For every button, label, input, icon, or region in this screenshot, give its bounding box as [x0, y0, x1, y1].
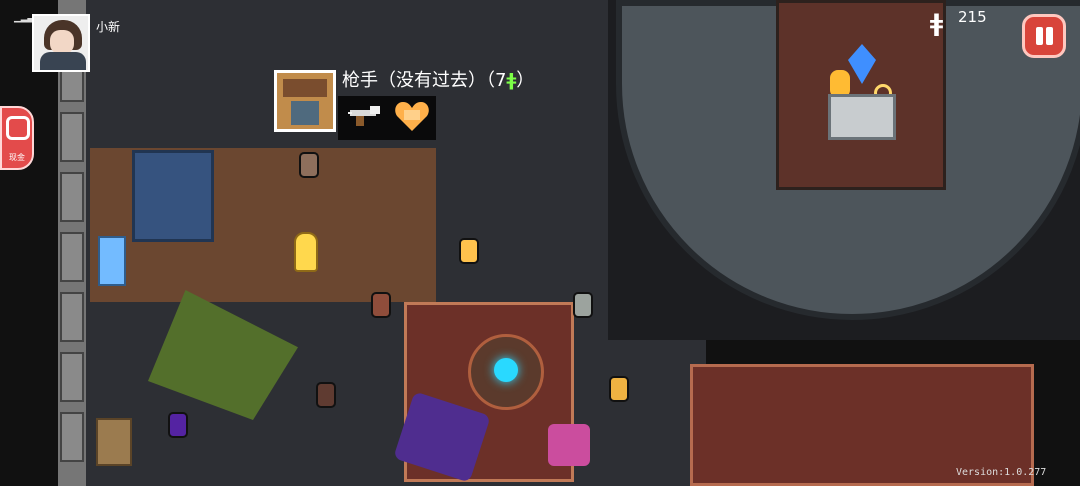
fridge [98, 236, 126, 286]
tooltip-title-text: 枪手（没有过去） [342, 70, 486, 91]
portrait-body [291, 101, 319, 125]
wall-brick [60, 292, 84, 342]
gunslinger-portrait-icon [274, 70, 336, 132]
wall-brick [60, 172, 84, 222]
character-tooltip: 枪手（没有过去）（7ǂ） [272, 66, 572, 140]
avatar-coat [40, 52, 86, 70]
pause-icon [1046, 27, 1053, 45]
bunk-bed [132, 150, 214, 242]
blue-gem-icon [848, 44, 876, 84]
credit-icon: ǂ [506, 70, 517, 91]
pink-armchair [548, 424, 590, 466]
username: 小新 [96, 20, 121, 34]
tooltip-title: 枪手（没有过去）（7ǂ） [342, 66, 534, 92]
bullet-icon[interactable] [294, 232, 318, 272]
currency-value: 215 [958, 8, 987, 26]
game-screen: ▁▂▃▄ 小新 现金 ǂ 215 枪手（没有过去）（7ǂ） Version:1.… [0, 0, 1080, 486]
avatar-face [50, 30, 74, 54]
tooltip-price-prefix: （ [486, 70, 495, 91]
crate-stack [96, 418, 132, 466]
pause-button[interactable] [1022, 14, 1066, 58]
shrine-base [828, 94, 896, 140]
currency-icon: ǂ [930, 9, 944, 37]
shrine[interactable] [824, 44, 900, 144]
left-wall [58, 0, 86, 486]
tooltip-price-suffix: ） [516, 70, 535, 91]
avatar[interactable] [32, 14, 90, 72]
revolver-icon [348, 106, 380, 126]
floating-widget[interactable]: 现金 [0, 106, 34, 170]
widget-icon [6, 116, 30, 140]
wall-brick [60, 112, 84, 162]
wall-brick [60, 232, 84, 282]
heart-shield-icon [395, 102, 429, 131]
version-text: Version:1.0.277 [956, 467, 1047, 478]
crystal-orb[interactable] [494, 358, 518, 382]
wall-brick [60, 412, 84, 462]
hat-icon [283, 79, 327, 97]
widget-label: 现金 [9, 153, 25, 162]
tooltip-price-value: 7 [495, 70, 507, 91]
pause-icon [1036, 27, 1043, 45]
wall-brick [60, 352, 84, 402]
